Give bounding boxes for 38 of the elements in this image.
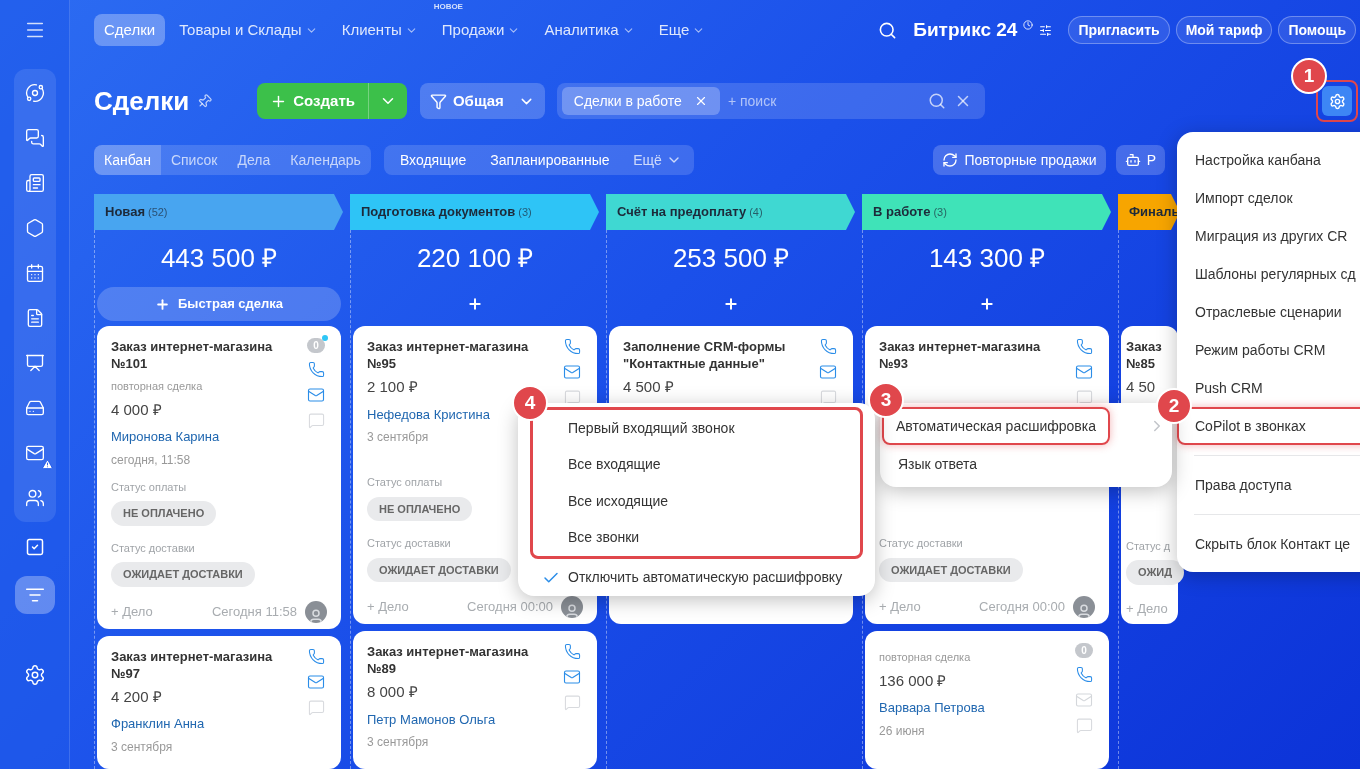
activity-counter: 0 [307, 338, 325, 353]
activity-counter: 0 [1075, 643, 1093, 658]
status-chip: НЕ ОПЛАЧЕНО [367, 496, 473, 521]
field-label: Статус д [1126, 538, 1171, 554]
activity-time: Сегодня 00:00 [467, 598, 553, 617]
stage-total: 220 100 ₽ [416, 241, 534, 275]
deal-amount: 4 500 ₽ [623, 377, 675, 397]
field-label: Статус доставки [879, 536, 963, 551]
deal-amount: 8 000 ₽ [367, 682, 419, 702]
page-title: Сделки [94, 84, 190, 118]
field-label: Статус доставки [111, 540, 195, 556]
new-label: НОВОЕ [433, 1, 463, 13]
deal-date: 3 сентября [367, 429, 430, 446]
field-label: Статус доставки [367, 536, 451, 551]
activity-time: Сегодня 00:00 [979, 598, 1065, 617]
status-chip: ОЖИДАЕТ ДОСТАВКИ [111, 562, 255, 587]
deal-date: сегодня, 11:58 [111, 451, 192, 469]
deal-date: 3 сентября [111, 738, 174, 756]
deal-tag: повторная сделка [879, 649, 1069, 666]
status-chip: ОЖИД [1126, 560, 1185, 585]
deal-tag: повторная сделка [111, 378, 301, 395]
status-chip: ОЖИДАЕТ ДОСТАВКИ [367, 557, 511, 582]
status-chip: НЕ ОПЛАЧЕНО [111, 501, 217, 526]
stage-total: 143 300 ₽ [928, 241, 1046, 275]
deal-amount: 2 100 ₽ [367, 377, 419, 397]
step-badge: 1 [1291, 58, 1327, 94]
deal-date: 26 июня [879, 722, 926, 740]
status-chip: ОЖИДАЕТ ДОСТАВКИ [879, 557, 1023, 582]
deal-amount: 4 50 [1126, 377, 1157, 397]
deal-amount: 4 200 ₽ [111, 686, 163, 707]
deal-date: 3 сентября [367, 734, 430, 751]
deal-amount: 4 000 ₽ [111, 399, 163, 420]
field-label: Статус оплаты [111, 479, 187, 495]
deal-amount: 136 000 ₽ [879, 670, 948, 691]
activity-time: Сегодня 11:58 [212, 602, 297, 621]
field-label: Статус оплаты [367, 475, 443, 490]
stage-total: 443 500 ₽ [160, 241, 278, 275]
stage-total: 253 500 ₽ [672, 241, 790, 275]
